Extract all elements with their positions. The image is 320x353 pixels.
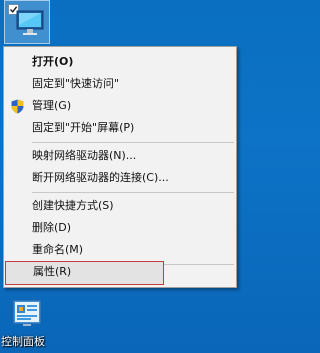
this-pc-desktop-icon[interactable] (4, 0, 50, 44)
menu-item-manage[interactable]: 管理(G) (4, 95, 236, 117)
menu-item-rename[interactable]: 重命名(M) (4, 239, 236, 261)
menu-item-map-network-drive[interactable]: 映射网络驱动器(N)... (4, 145, 236, 167)
menu-item-pin-quick-access[interactable]: 固定到"快速访问" (4, 73, 236, 95)
menu-item-open[interactable]: 打开(O) (4, 51, 236, 73)
control-panel-icon (12, 299, 42, 326)
menu-item-create-shortcut[interactable]: 创建快捷方式(S) (4, 195, 236, 217)
menu-item-pin-start[interactable]: 固定到"开始"屏幕(P) (4, 117, 236, 139)
control-panel-desktop-icon[interactable] (12, 298, 42, 328)
menu-item-properties[interactable]: 属性(R) (5, 261, 164, 285)
context-menu: 打开(O) 固定到"快速访问" 管理(G) 固定到"开始"屏幕(P) 映射网络驱… (3, 46, 237, 288)
menu-item-delete[interactable]: 删除(D) (4, 217, 236, 239)
control-panel-label: 控制面板 (1, 335, 45, 348)
computer-icon (16, 10, 44, 35)
menu-separator (32, 192, 234, 193)
shield-icon (11, 99, 24, 114)
menu-separator (32, 142, 234, 143)
menu-item-disconnect-network-drive[interactable]: 断开网络驱动器的连接(C)... (4, 167, 236, 189)
